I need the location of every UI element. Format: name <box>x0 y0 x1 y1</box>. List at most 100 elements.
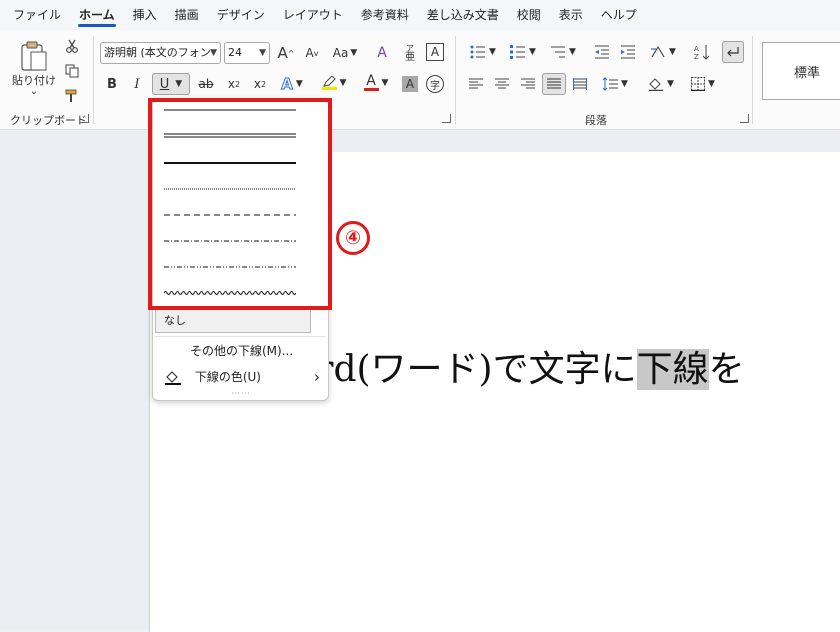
borders-button[interactable]: ▼ <box>686 74 720 94</box>
more-underlines-option[interactable]: その他の下線(M)... <box>153 338 328 364</box>
strikethrough-button[interactable]: ab <box>196 74 216 94</box>
highlighter-icon <box>323 76 336 87</box>
paste-arrow[interactable]: ⌄ <box>30 87 38 97</box>
svg-text:Z: Z <box>694 53 699 60</box>
text-direction-button[interactable]: ▼ <box>646 42 680 62</box>
menu-bar: ファイル ホーム 挿入 描画 デザイン レイアウト 参考資料 差し込み文書 校閲… <box>0 0 840 30</box>
resize-grip[interactable]: ⋯⋯ <box>231 389 251 399</box>
selected-text: 下線 <box>636 349 709 390</box>
bullets-button[interactable]: ▼ <box>466 42 500 62</box>
character-border-icon: A <box>430 45 440 59</box>
underline-button[interactable]: U ▼ <box>152 73 190 95</box>
font-name-value: 游明朝 (本文のフォン <box>104 46 211 59</box>
tab-help[interactable]: ヘルプ <box>592 0 646 30</box>
numbering-button[interactable]: ▼ <box>506 42 540 62</box>
sort-icon: A Z <box>694 45 710 60</box>
justify-button[interactable] <box>542 73 566 95</box>
font-dialog-launcher[interactable] <box>442 114 451 123</box>
svg-text:A: A <box>694 45 699 53</box>
align-right-button[interactable] <box>518 74 538 94</box>
increase-indent-button[interactable] <box>618 42 638 62</box>
outdent-icon <box>595 45 609 59</box>
document-text[interactable]: Word(ワード)で文字に下線を <box>260 322 745 418</box>
tab-design[interactable]: デザイン <box>208 0 274 30</box>
bullet-list-icon <box>470 45 486 59</box>
group-divider <box>93 36 94 124</box>
align-left-button[interactable] <box>466 74 486 94</box>
style-normal[interactable]: 標準 <box>762 42 840 100</box>
chevron-down-icon: ▼ <box>210 48 217 58</box>
grow-font-button[interactable]: A ^ <box>276 43 296 63</box>
grow-font-icon: A <box>277 44 288 62</box>
align-center-icon <box>495 78 509 89</box>
character-border-button[interactable]: A <box>426 43 444 61</box>
text-effects-button[interactable]: A ▼ <box>276 74 308 94</box>
tab-references[interactable]: 参考資料 <box>352 0 418 30</box>
numbered-list-icon <box>510 45 526 59</box>
copy-button[interactable] <box>62 61 82 81</box>
multilevel-list-button[interactable]: ▼ <box>546 42 580 62</box>
enclose-characters-button[interactable]: 字 <box>426 75 444 93</box>
phonetic-guide-button[interactable]: ア 亜 <box>400 42 420 64</box>
subscript-icon: x <box>227 77 235 91</box>
tab-mailings[interactable]: 差し込み文書 <box>418 0 508 30</box>
align-center-button[interactable] <box>492 74 512 94</box>
change-case-label: Aa <box>332 46 349 60</box>
paragraph-dialog-launcher[interactable] <box>740 114 749 123</box>
tab-review[interactable]: 校閲 <box>508 0 550 30</box>
align-right-icon <box>521 78 535 89</box>
font-size-combo[interactable]: 24 ▼ <box>224 42 270 64</box>
style-normal-label: 標準 <box>793 65 820 81</box>
character-shading-button[interactable]: A <box>402 76 418 92</box>
superscript-button[interactable]: x2 <box>250 74 270 94</box>
bold-icon: B <box>107 76 117 92</box>
italic-button[interactable]: I <box>128 74 146 94</box>
paintbrush-icon <box>65 89 77 102</box>
tab-layout[interactable]: レイアウト <box>274 0 352 30</box>
align-left-icon <box>469 78 483 89</box>
sort-button[interactable]: A Z <box>692 42 712 62</box>
shrink-font-button[interactable]: Av <box>302 43 322 63</box>
chevron-down-icon[interactable]: ▼ <box>175 79 182 89</box>
paint-bucket-icon <box>165 370 181 385</box>
tab-draw[interactable]: 描画 <box>166 0 208 30</box>
shading-button[interactable]: ▼ <box>644 74 678 94</box>
font-color-icon: A <box>366 73 376 89</box>
group-divider <box>455 36 456 124</box>
bold-button[interactable]: B <box>103 74 121 94</box>
clear-formatting-icon: A <box>377 45 387 61</box>
change-case-button[interactable]: Aa ▼ <box>330 43 360 63</box>
clipboard-group-label: クリップボード <box>10 114 87 127</box>
cut-button[interactable] <box>62 36 82 56</box>
chevron-down-icon: ▼ <box>259 48 266 58</box>
decrease-indent-button[interactable] <box>592 42 612 62</box>
format-painter-button[interactable] <box>62 86 82 106</box>
phonetic-guide-bottom: 亜 <box>405 52 415 63</box>
more-underlines-label: その他の下線(M)... <box>190 344 294 358</box>
underline-icon: U <box>159 76 170 92</box>
paste-button[interactable]: 貼り付け ⌄ <box>8 36 60 100</box>
tab-insert[interactable]: 挿入 <box>124 0 166 30</box>
font-color-bar <box>363 88 379 91</box>
distributed-button[interactable] <box>570 74 590 94</box>
paragraph-group-label: 段落 <box>585 114 607 127</box>
clear-formatting-button[interactable]: A <box>372 43 392 63</box>
font-name-combo[interactable]: 游明朝 (本文のフォン ▼ <box>100 42 221 64</box>
tab-file[interactable]: ファイル <box>4 0 70 30</box>
tab-view[interactable]: 表示 <box>550 0 592 30</box>
highlight-color-button[interactable]: ▼ <box>318 72 350 94</box>
underline-none-option[interactable]: なし <box>155 309 311 333</box>
subscript-button[interactable]: x2 <box>224 74 244 94</box>
line-spacing-button[interactable]: ▼ <box>598 74 632 94</box>
menu-separator <box>155 336 326 337</box>
annotation-step-marker: ④ <box>336 221 370 255</box>
font-color-button[interactable]: A ▼ <box>360 72 392 94</box>
tab-home[interactable]: ホーム <box>70 0 124 30</box>
copy-icon <box>65 64 79 78</box>
show-formatting-marks-button[interactable] <box>722 41 744 63</box>
highlight-color-bar <box>321 87 337 90</box>
clipboard-dialog-launcher[interactable] <box>80 114 89 123</box>
underline-color-option[interactable]: 下線の色(U) › <box>153 364 328 390</box>
character-shading-icon: A <box>405 77 415 91</box>
scissors-icon <box>66 39 78 53</box>
